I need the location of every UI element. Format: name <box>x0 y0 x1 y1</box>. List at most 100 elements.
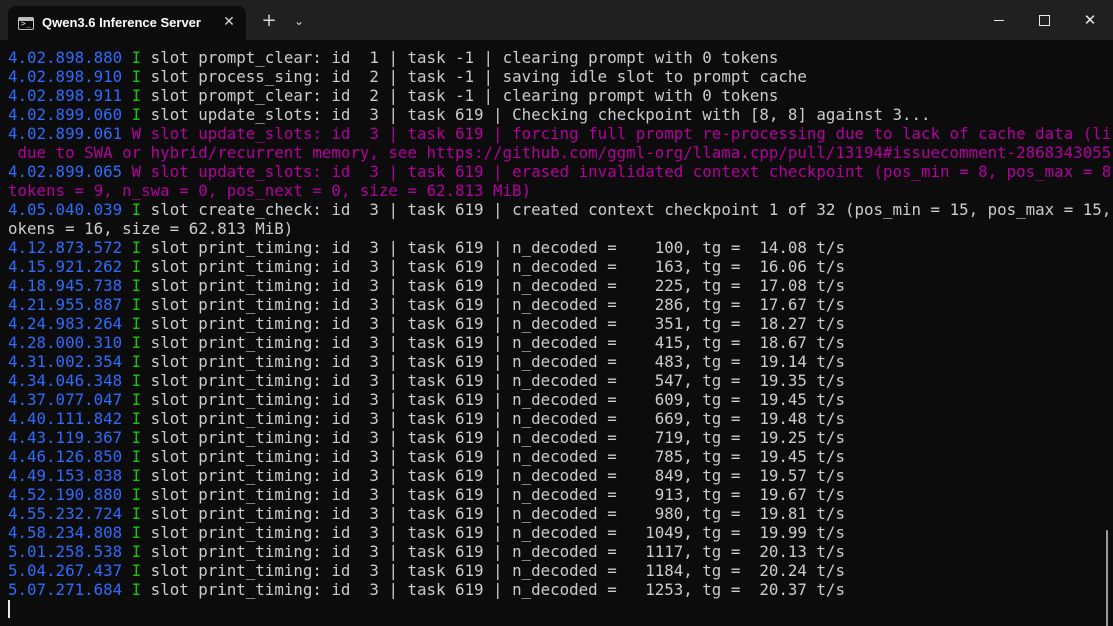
log-level: I <box>131 48 142 67</box>
log-message: slot update_slots: id 3 | task 619 | for… <box>141 124 1113 143</box>
log-level: I <box>131 105 142 124</box>
log-timestamp: 4.40.111.842 <box>8 409 123 428</box>
log-line: 4.02.899.060 I slot update_slots: id 3 |… <box>8 105 931 124</box>
log-line: tokens = 9, n_swa = 0, pos_next = 0, siz… <box>8 181 531 200</box>
log-message: slot print_timing: id 3 | task 619 | n_d… <box>141 580 845 599</box>
log-level: I <box>131 86 142 105</box>
log-level: W <box>131 162 142 181</box>
log-message: slot print_timing: id 3 | task 619 | n_d… <box>141 485 845 504</box>
log-level: I <box>131 371 142 390</box>
log-line: 4.52.190.880 I slot print_timing: id 3 |… <box>8 485 845 504</box>
log-timestamp: 4.21.955.887 <box>8 295 123 314</box>
log-message: slot print_timing: id 3 | task 619 | n_d… <box>141 561 845 580</box>
log-level: I <box>131 276 142 295</box>
log-line: 5.01.258.538 I slot print_timing: id 3 |… <box>8 542 845 561</box>
log-level: W <box>131 124 142 143</box>
log-level: I <box>131 542 142 561</box>
log-line: 5.04.267.437 I slot print_timing: id 3 |… <box>8 561 845 580</box>
log-timestamp: 4.34.046.348 <box>8 371 123 390</box>
log-message: slot prompt_clear: id 2 | task -1 | clea… <box>141 86 779 105</box>
close-icon[interactable]: ✕ <box>220 13 238 31</box>
log-timestamp: 4.02.898.910 <box>8 67 123 86</box>
log-timestamp: 4.05.040.039 <box>8 200 123 219</box>
log-timestamp: 5.01.258.538 <box>8 542 123 561</box>
terminal-output[interactable]: 4.02.898.880 I slot prompt_clear: id 1 |… <box>0 40 1113 626</box>
log-line: 4.21.955.887 I slot print_timing: id 3 |… <box>8 295 845 314</box>
log-message: slot print_timing: id 3 | task 619 | n_d… <box>141 428 845 447</box>
scrollbar-thumb[interactable] <box>1106 530 1108 626</box>
log-message: okens = 16, size = 62.813 MiB) <box>8 219 294 238</box>
log-message: slot print_timing: id 3 | task 619 | n_d… <box>141 390 845 409</box>
log-message: slot print_timing: id 3 | task 619 | n_d… <box>141 409 845 428</box>
terminal-icon: >_ <box>18 17 34 30</box>
log-timestamp: 4.02.898.880 <box>8 48 123 67</box>
log-level: I <box>131 238 142 257</box>
log-line: 4.34.046.348 I slot print_timing: id 3 |… <box>8 371 845 390</box>
log-timestamp: 4.02.899.060 <box>8 105 123 124</box>
log-message: tokens = 9, n_swa = 0, pos_next = 0, siz… <box>8 181 532 200</box>
close-icon[interactable]: ✕ <box>1067 0 1113 40</box>
log-timestamp: 4.28.000.310 <box>8 333 123 352</box>
log-timestamp: 4.02.899.061 <box>8 124 123 143</box>
log-timestamp: 4.12.873.572 <box>8 238 123 257</box>
log-line: okens = 16, size = 62.813 MiB) <box>8 219 293 238</box>
log-timestamp: 4.52.190.880 <box>8 485 123 504</box>
tab-title: Qwen3.6 Inference Server <box>42 15 201 30</box>
log-message: due to SWA or hybrid/recurrent memory, s… <box>8 143 1113 162</box>
log-line: 4.02.899.061 W slot update_slots: id 3 |… <box>8 124 1113 143</box>
log-line: 4.58.234.808 I slot print_timing: id 3 |… <box>8 523 845 542</box>
log-line: 4.05.040.039 I slot create_check: id 3 |… <box>8 200 1113 219</box>
log-message: slot print_timing: id 3 | task 619 | n_d… <box>141 504 845 523</box>
log-level: I <box>131 295 142 314</box>
log-line: 4.02.898.910 I slot process_sing: id 2 |… <box>8 67 807 86</box>
log-timestamp: 4.24.983.264 <box>8 314 123 333</box>
log-message: slot print_timing: id 3 | task 619 | n_d… <box>141 542 845 561</box>
log-message: slot update_slots: id 3 | task 619 | era… <box>141 162 1113 181</box>
plus-icon[interactable]: + <box>258 10 280 32</box>
log-level: I <box>131 352 142 371</box>
tab-qwen-inference-server[interactable]: >_ Qwen3.6 Inference Server ✕ <box>8 6 246 40</box>
minimize-icon[interactable] <box>976 0 1022 40</box>
log-line: 4.37.077.047 I slot print_timing: id 3 |… <box>8 390 845 409</box>
log-level: I <box>131 447 142 466</box>
log-timestamp: 4.02.899.065 <box>8 162 123 181</box>
terminal-window: >_ Qwen3.6 Inference Server ✕ + ⌄ ✕ 4.02… <box>0 0 1113 626</box>
log-message: slot process_sing: id 2 | task -1 | savi… <box>141 67 807 86</box>
log-message: slot prompt_clear: id 1 | task -1 | clea… <box>141 48 779 67</box>
log-timestamp: 5.04.267.437 <box>8 561 123 580</box>
log-timestamp: 4.15.921.262 <box>8 257 123 276</box>
log-line: due to SWA or hybrid/recurrent memory, s… <box>8 143 1113 162</box>
log-level: I <box>131 200 142 219</box>
log-line: 5.07.271.684 I slot print_timing: id 3 |… <box>8 580 845 599</box>
log-level: I <box>131 428 142 447</box>
log-level: I <box>131 580 142 599</box>
log-timestamp: 4.43.119.367 <box>8 428 123 447</box>
log-line: 4.24.983.264 I slot print_timing: id 3 |… <box>8 314 845 333</box>
log-line: 4.15.921.262 I slot print_timing: id 3 |… <box>8 257 845 276</box>
log-line: 4.31.002.354 I slot print_timing: id 3 |… <box>8 352 845 371</box>
log-message: slot print_timing: id 3 | task 619 | n_d… <box>141 466 845 485</box>
log-line: 4.43.119.367 I slot print_timing: id 3 |… <box>8 428 845 447</box>
log-level: I <box>131 466 142 485</box>
log-level: I <box>131 523 142 542</box>
log-timestamp: 4.55.232.724 <box>8 504 123 523</box>
log-message: slot print_timing: id 3 | task 619 | n_d… <box>141 238 845 257</box>
log-timestamp: 4.18.945.738 <box>8 276 123 295</box>
log-timestamp: 4.31.002.354 <box>8 352 123 371</box>
log-message: slot print_timing: id 3 | task 619 | n_d… <box>141 523 845 542</box>
log-level: I <box>131 67 142 86</box>
log-timestamp: 4.37.077.047 <box>8 390 123 409</box>
log-message: slot create_check: id 3 | task 619 | cre… <box>141 200 1113 219</box>
log-message: slot print_timing: id 3 | task 619 | n_d… <box>141 333 845 352</box>
log-message: slot update_slots: id 3 | task 619 | Che… <box>141 105 931 124</box>
chevron-down-icon[interactable]: ⌄ <box>288 10 310 32</box>
log-line: 4.18.945.738 I slot print_timing: id 3 |… <box>8 276 845 295</box>
log-line: 4.02.899.065 W slot update_slots: id 3 |… <box>8 162 1113 181</box>
log-line: 4.12.873.572 I slot print_timing: id 3 |… <box>8 238 845 257</box>
log-line: 4.02.898.911 I slot prompt_clear: id 2 |… <box>8 86 778 105</box>
log-message: slot print_timing: id 3 | task 619 | n_d… <box>141 371 845 390</box>
maximize-icon[interactable] <box>1021 0 1067 40</box>
log-timestamp: 4.58.234.808 <box>8 523 123 542</box>
log-line: 4.02.898.880 I slot prompt_clear: id 1 |… <box>8 48 778 67</box>
log-line: 4.46.126.850 I slot print_timing: id 3 |… <box>8 447 845 466</box>
